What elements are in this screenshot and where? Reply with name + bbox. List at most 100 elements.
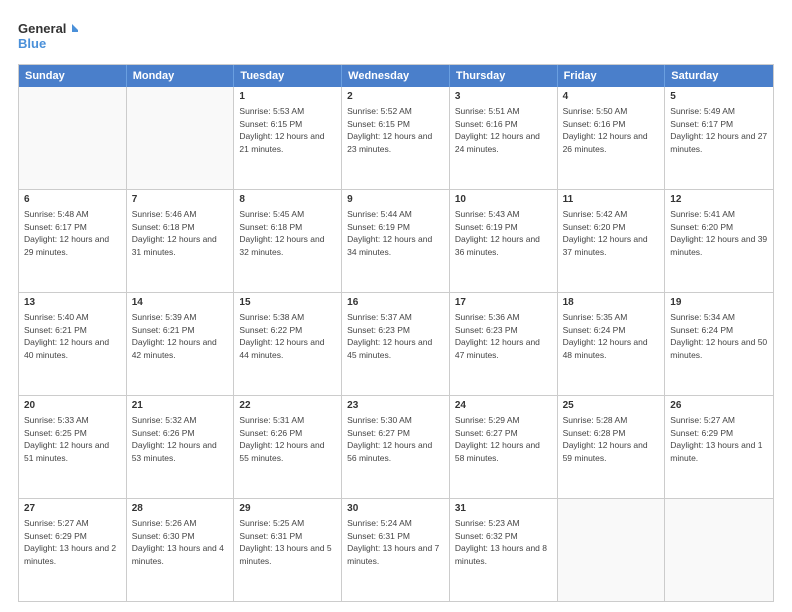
cell-info: Sunrise: 5:52 AMSunset: 6:15 PMDaylight:… <box>347 106 432 154</box>
cell-info: Sunrise: 5:26 AMSunset: 6:30 PMDaylight:… <box>132 518 224 566</box>
day-number: 6 <box>24 193 121 207</box>
calendar-cell: 10Sunrise: 5:43 AMSunset: 6:19 PMDayligh… <box>450 190 558 292</box>
calendar-cell: 19 Sunrise: 5:34 AMSunset: 6:24 PMDayligh… <box>665 293 773 395</box>
header-day-sunday: Sunday <box>19 65 127 87</box>
cell-info: Sunrise: 5:41 AMSunset: 6:20 PMDaylight:… <box>670 209 767 257</box>
calendar-cell: 22 Sunrise: 5:31 AMSunset: 6:26 PMDayligh… <box>234 396 342 498</box>
calendar-cell: 2 Sunrise: 5:52 AMSunset: 6:15 PMDaylight… <box>342 87 450 189</box>
calendar-cell: 17Sunrise: 5:36 AMSunset: 6:23 PMDayligh… <box>450 293 558 395</box>
day-number: 18 <box>563 296 660 310</box>
cell-info: Sunrise: 5:42 AMSunset: 6:20 PMDaylight:… <box>563 209 648 257</box>
calendar-cell: 31Sunrise: 5:23 AMSunset: 6:32 PMDayligh… <box>450 499 558 601</box>
calendar-cell: 15 Sunrise: 5:38 AMSunset: 6:22 PMDayligh… <box>234 293 342 395</box>
cell-info: Sunrise: 5:43 AMSunset: 6:19 PMDaylight:… <box>455 209 540 257</box>
calendar-week-3: 13 Sunrise: 5:40 AMSunset: 6:21 PMDayligh… <box>19 293 773 396</box>
cell-info: Sunrise: 5:49 AMSunset: 6:17 PMDaylight:… <box>670 106 767 154</box>
calendar-cell <box>127 87 235 189</box>
cell-info: Sunrise: 5:44 AMSunset: 6:19 PMDaylight:… <box>347 209 432 257</box>
calendar-cell: 28 Sunrise: 5:26 AMSunset: 6:30 PMDayligh… <box>127 499 235 601</box>
calendar-cell: 23 Sunrise: 5:30 AMSunset: 6:27 PMDayligh… <box>342 396 450 498</box>
calendar-cell: 1 Sunrise: 5:53 AMSunset: 6:15 PMDaylight… <box>234 87 342 189</box>
day-number: 23 <box>347 399 444 413</box>
day-number: 1 <box>239 90 336 104</box>
day-number: 17 <box>455 296 552 310</box>
calendar-cell: 7 Sunrise: 5:46 AMSunset: 6:18 PMDaylight… <box>127 190 235 292</box>
day-number: 2 <box>347 90 444 104</box>
page: General Blue SundayMondayTuesdayWednesda… <box>0 0 792 612</box>
day-number: 26 <box>670 399 768 413</box>
cell-info: Sunrise: 5:53 AMSunset: 6:15 PMDaylight:… <box>239 106 324 154</box>
header-day-saturday: Saturday <box>665 65 773 87</box>
calendar-cell: 5 Sunrise: 5:49 AMSunset: 6:17 PMDaylight… <box>665 87 773 189</box>
calendar-header: SundayMondayTuesdayWednesdayThursdayFrid… <box>19 65 773 87</box>
day-number: 15 <box>239 296 336 310</box>
cell-info: Sunrise: 5:34 AMSunset: 6:24 PMDaylight:… <box>670 312 767 360</box>
calendar-week-1: 1 Sunrise: 5:53 AMSunset: 6:15 PMDaylight… <box>19 87 773 190</box>
cell-info: Sunrise: 5:30 AMSunset: 6:27 PMDaylight:… <box>347 415 432 463</box>
logo-svg: General Blue <box>18 18 78 54</box>
calendar-cell: 26 Sunrise: 5:27 AMSunset: 6:29 PMDayligh… <box>665 396 773 498</box>
day-number: 12 <box>670 193 768 207</box>
calendar-cell: 3 Sunrise: 5:51 AMSunset: 6:16 PMDaylight… <box>450 87 558 189</box>
cell-info: Sunrise: 5:32 AMSunset: 6:26 PMDaylight:… <box>132 415 217 463</box>
calendar-cell: 18 Sunrise: 5:35 AMSunset: 6:24 PMDayligh… <box>558 293 666 395</box>
header-day-friday: Friday <box>558 65 666 87</box>
cell-info: Sunrise: 5:46 AMSunset: 6:18 PMDaylight:… <box>132 209 217 257</box>
day-number: 14 <box>132 296 229 310</box>
calendar-cell: 9 Sunrise: 5:44 AMSunset: 6:19 PMDaylight… <box>342 190 450 292</box>
day-number: 4 <box>563 90 660 104</box>
calendar-week-2: 6 Sunrise: 5:48 AMSunset: 6:17 PMDaylight… <box>19 190 773 293</box>
calendar-cell: 30Sunrise: 5:24 AMSunset: 6:31 PMDayligh… <box>342 499 450 601</box>
calendar-cell: 4Sunrise: 5:50 AMSunset: 6:16 PMDaylight… <box>558 87 666 189</box>
calendar-cell: 13 Sunrise: 5:40 AMSunset: 6:21 PMDayligh… <box>19 293 127 395</box>
calendar-week-4: 20 Sunrise: 5:33 AMSunset: 6:25 PMDayligh… <box>19 396 773 499</box>
day-number: 16 <box>347 296 444 310</box>
cell-info: Sunrise: 5:35 AMSunset: 6:24 PMDaylight:… <box>563 312 648 360</box>
calendar-cell: 29Sunrise: 5:25 AMSunset: 6:31 PMDayligh… <box>234 499 342 601</box>
calendar-cell: 8Sunrise: 5:45 AMSunset: 6:18 PMDaylight… <box>234 190 342 292</box>
day-number: 20 <box>24 399 121 413</box>
calendar-cell <box>558 499 666 601</box>
calendar: SundayMondayTuesdayWednesdayThursdayFrid… <box>18 64 774 602</box>
logo: General Blue <box>18 18 78 54</box>
header-day-tuesday: Tuesday <box>234 65 342 87</box>
day-number: 27 <box>24 502 121 516</box>
cell-info: Sunrise: 5:27 AMSunset: 6:29 PMDaylight:… <box>24 518 116 566</box>
cell-info: Sunrise: 5:31 AMSunset: 6:26 PMDaylight:… <box>239 415 324 463</box>
header-day-wednesday: Wednesday <box>342 65 450 87</box>
day-number: 5 <box>670 90 768 104</box>
cell-info: Sunrise: 5:28 AMSunset: 6:28 PMDaylight:… <box>563 415 648 463</box>
calendar-body: 1 Sunrise: 5:53 AMSunset: 6:15 PMDaylight… <box>19 87 773 601</box>
svg-text:General: General <box>18 21 66 36</box>
svg-text:Blue: Blue <box>18 36 46 51</box>
calendar-cell: 6 Sunrise: 5:48 AMSunset: 6:17 PMDaylight… <box>19 190 127 292</box>
calendar-cell <box>665 499 773 601</box>
cell-info: Sunrise: 5:37 AMSunset: 6:23 PMDaylight:… <box>347 312 432 360</box>
cell-info: Sunrise: 5:48 AMSunset: 6:17 PMDaylight:… <box>24 209 109 257</box>
cell-info: Sunrise: 5:33 AMSunset: 6:25 PMDaylight:… <box>24 415 109 463</box>
cell-info: Sunrise: 5:24 AMSunset: 6:31 PMDaylight:… <box>347 518 439 566</box>
day-number: 3 <box>455 90 552 104</box>
cell-info: Sunrise: 5:27 AMSunset: 6:29 PMDaylight:… <box>670 415 762 463</box>
day-number: 11 <box>563 193 660 207</box>
day-number: 22 <box>239 399 336 413</box>
cell-info: Sunrise: 5:45 AMSunset: 6:18 PMDaylight:… <box>239 209 324 257</box>
calendar-week-5: 27 Sunrise: 5:27 AMSunset: 6:29 PMDayligh… <box>19 499 773 601</box>
day-number: 21 <box>132 399 229 413</box>
cell-info: Sunrise: 5:40 AMSunset: 6:21 PMDaylight:… <box>24 312 109 360</box>
day-number: 9 <box>347 193 444 207</box>
day-number: 28 <box>132 502 229 516</box>
cell-info: Sunrise: 5:38 AMSunset: 6:22 PMDaylight:… <box>239 312 324 360</box>
cell-info: Sunrise: 5:51 AMSunset: 6:16 PMDaylight:… <box>455 106 540 154</box>
day-number: 19 <box>670 296 768 310</box>
cell-info: Sunrise: 5:23 AMSunset: 6:32 PMDaylight:… <box>455 518 547 566</box>
calendar-cell: 24Sunrise: 5:29 AMSunset: 6:27 PMDayligh… <box>450 396 558 498</box>
calendar-cell: 14Sunrise: 5:39 AMSunset: 6:21 PMDayligh… <box>127 293 235 395</box>
calendar-cell <box>19 87 127 189</box>
calendar-cell: 27 Sunrise: 5:27 AMSunset: 6:29 PMDayligh… <box>19 499 127 601</box>
day-number: 25 <box>563 399 660 413</box>
calendar-cell: 20 Sunrise: 5:33 AMSunset: 6:25 PMDayligh… <box>19 396 127 498</box>
day-number: 7 <box>132 193 229 207</box>
calendar-cell: 16 Sunrise: 5:37 AMSunset: 6:23 PMDayligh… <box>342 293 450 395</box>
day-number: 13 <box>24 296 121 310</box>
